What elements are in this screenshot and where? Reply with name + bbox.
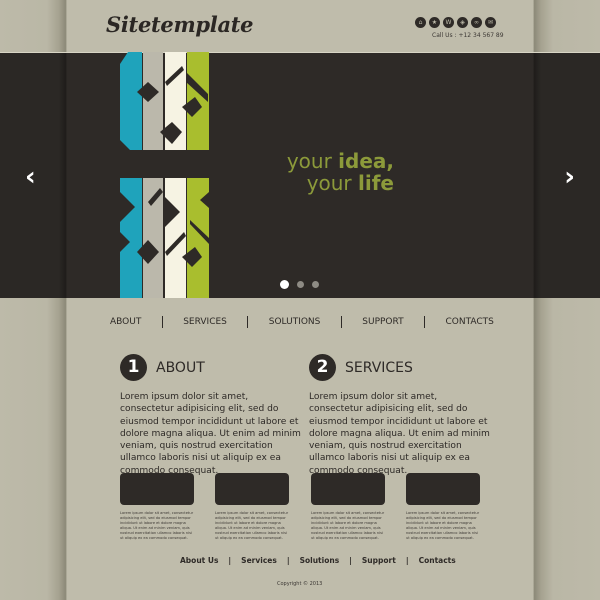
about-section: 1 ABOUT Lorem ipsum dolor sit amet, cons… <box>120 354 304 477</box>
slide-dot-1[interactable] <box>280 280 289 289</box>
hero-headline: your idea, your life <box>286 149 394 195</box>
nav-divider <box>247 316 249 328</box>
feature-card: Lorem ipsum dolor sit amet, consectetur … <box>311 473 385 540</box>
copyright: Copyright © 2013 <box>277 581 323 587</box>
section-number-badge: 2 <box>309 354 336 381</box>
nav-item-solutions[interactable]: SOLUTIONS <box>269 317 321 327</box>
section-number-badge: 1 <box>120 354 147 381</box>
feature-card: Lorem ipsum dolor sit amet, consectetur … <box>406 473 480 540</box>
footer-divider: | <box>405 556 409 565</box>
nav-item-about[interactable]: ABOUT <box>110 317 141 327</box>
card-text: Lorem ipsum dolor sit amet, consectetur … <box>406 511 480 540</box>
nav-divider <box>424 316 426 328</box>
nav-item-services[interactable]: SERVICES <box>183 317 227 327</box>
decorative-stripes-graphic <box>120 52 209 298</box>
footer-link-services[interactable]: Services <box>241 556 277 565</box>
slider-pagination <box>280 280 319 289</box>
nav-item-contacts[interactable]: CONTACTS <box>445 317 493 327</box>
social-icons: ⌂ ★ W ◈ ∞ ✉ <box>415 17 496 28</box>
footer-link-support[interactable]: Support <box>362 556 396 565</box>
wordpress-icon[interactable]: W <box>443 17 454 28</box>
mail-icon[interactable]: ✉ <box>485 17 496 28</box>
footer-divider: | <box>228 556 232 565</box>
footer-link-about-us[interactable]: About Us <box>180 556 218 565</box>
main-nav: ABOUT SERVICES SOLUTIONS SUPPORT CONTACT… <box>110 316 494 328</box>
card-image-placeholder[interactable] <box>406 473 480 505</box>
section-title: SERVICES <box>345 359 413 376</box>
slide-dot-2[interactable] <box>297 281 304 288</box>
card-text: Lorem ipsum dolor sit amet, consectetur … <box>120 511 194 540</box>
card-text: Lorem ipsum dolor sit amet, consectetur … <box>311 511 385 540</box>
site-logo[interactable]: Sitetemplate <box>106 12 254 37</box>
section-body: Lorem ipsum dolor sit amet, consectetur … <box>309 392 490 476</box>
footer-link-solutions[interactable]: Solutions <box>300 556 340 565</box>
home-icon[interactable]: ⌂ <box>415 17 426 28</box>
share-icon[interactable]: ◈ <box>457 17 468 28</box>
section-title: ABOUT <box>156 359 205 376</box>
services-section: 2 SERVICES Lorem ipsum dolor sit amet, c… <box>309 354 493 477</box>
slide-dot-3[interactable] <box>312 281 319 288</box>
footer-divider: | <box>286 556 290 565</box>
footer-link-contacts[interactable]: Contacts <box>419 556 456 565</box>
nav-divider <box>161 316 163 328</box>
card-text: Lorem ipsum dolor sit amet, consectetur … <box>215 511 289 540</box>
flickr-icon[interactable]: ∞ <box>471 17 482 28</box>
feature-card: Lorem ipsum dolor sit amet, consectetur … <box>120 473 194 540</box>
footer-nav: About Us | Services | Solutions | Suppor… <box>180 556 456 565</box>
feature-card: Lorem ipsum dolor sit amet, consectetur … <box>215 473 289 540</box>
star-icon[interactable]: ★ <box>429 17 440 28</box>
nav-item-support[interactable]: SUPPORT <box>362 317 403 327</box>
card-image-placeholder[interactable] <box>215 473 289 505</box>
card-image-placeholder[interactable] <box>311 473 385 505</box>
call-us-text: Call Us : +12 34 567 89 <box>432 32 504 39</box>
section-body: Lorem ipsum dolor sit amet, consectetur … <box>120 392 301 476</box>
chevron-right-icon[interactable]: › <box>564 164 575 190</box>
card-image-placeholder[interactable] <box>120 473 194 505</box>
chevron-left-icon[interactable]: ‹ <box>25 164 36 190</box>
footer-divider: | <box>349 556 352 565</box>
nav-divider <box>340 316 342 328</box>
